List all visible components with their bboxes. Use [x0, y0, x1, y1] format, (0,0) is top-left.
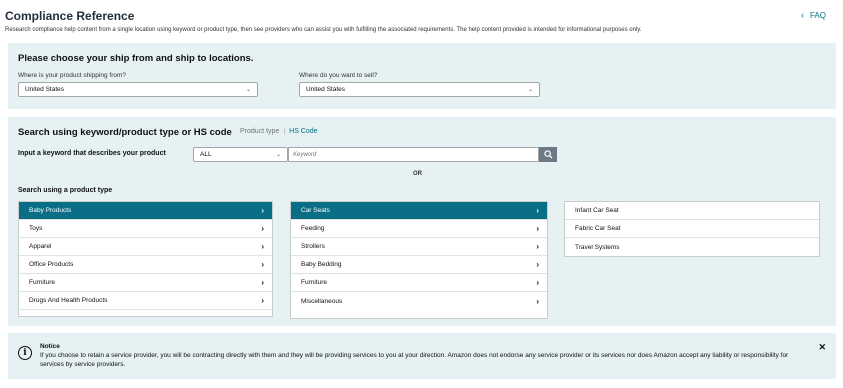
tab-hs-code[interactable]: HS Code [289, 128, 317, 135]
tab-separator: | [283, 128, 286, 135]
notice-panel: i Notice If you choose to retain a servi… [8, 333, 836, 379]
chevron-right-icon: › [536, 278, 539, 287]
search-panel: Search using keyword/product type or HS … [8, 117, 836, 326]
list-padding [291, 310, 547, 318]
list-item[interactable]: Travel Systems [565, 238, 819, 256]
page-subtitle: Research compliance help content from a … [5, 27, 642, 33]
keyword-input[interactable]: Keyword [288, 147, 539, 162]
tab-product-type[interactable]: Product type [240, 128, 279, 135]
list-item-label: Infant Car Seat [575, 207, 619, 214]
ship-from-value: United States [25, 86, 65, 93]
list-item-label: Toys [29, 225, 43, 232]
list-item-label: Baby Products [29, 207, 72, 214]
chevron-left-icon: ‹ [800, 10, 804, 20]
info-icon: i [18, 346, 32, 360]
list-item-label: Office Products [29, 261, 74, 268]
list-item-label: Fabric Car Seat [575, 225, 621, 232]
list-item-label: Miscellaneous [301, 297, 343, 305]
category-value: ALL [200, 151, 212, 158]
ship-to-select[interactable]: United States ⌄ [299, 82, 540, 97]
list-item-label: Drugs And Health Products [29, 297, 108, 304]
ship-to-label: Where do you want to sell? [299, 72, 378, 79]
close-icon[interactable]: ✕ [818, 342, 826, 353]
list-item[interactable]: Apparel › [19, 238, 272, 256]
chevron-down-icon: ⌄ [245, 87, 251, 93]
list-item[interactable]: Car Seats › [291, 202, 547, 220]
category-select[interactable]: ALL ⌄ [193, 147, 288, 162]
list-item[interactable]: Drugs And Health Products › [19, 292, 272, 310]
category-list-level2: Car Seats › Feeding › Strollers › Baby B… [290, 201, 548, 319]
list-item[interactable]: Baby Products › [19, 202, 272, 220]
category-list-level3: Infant Car Seat Fabric Car Seat Travel S… [564, 201, 820, 257]
chevron-right-icon: › [261, 260, 264, 269]
list-item[interactable]: Office Products › [19, 256, 272, 274]
locations-heading: Please choose your ship from and ship to… [18, 53, 254, 64]
list-item[interactable]: Miscellaneous › [291, 292, 547, 310]
list-item-label: Furniture [29, 279, 56, 286]
list-item[interactable]: Strollers › [291, 238, 547, 256]
list-item-label: Baby Bedding [301, 261, 342, 268]
chevron-right-icon: › [536, 206, 539, 215]
chevron-right-icon: › [536, 260, 539, 269]
chevron-right-icon: › [536, 224, 539, 233]
ship-to-value: United States [306, 86, 346, 93]
list-item[interactable]: Furniture › [19, 274, 272, 292]
chevron-right-icon: › [261, 278, 264, 287]
search-button[interactable] [539, 147, 557, 162]
chevron-right-icon: › [536, 296, 539, 306]
notice-text: If you choose to retain a service provid… [40, 352, 789, 368]
faq-link[interactable]: ‹ FAQ [801, 10, 826, 20]
locations-panel: Please choose your ship from and ship to… [8, 43, 836, 109]
chevron-right-icon: › [261, 242, 264, 251]
list-item-label: Strollers [301, 243, 325, 250]
list-item[interactable]: Feeding › [291, 220, 547, 238]
list-item-label: Feeding [301, 225, 325, 232]
product-type-label: Search using a product type [18, 187, 113, 194]
ship-from-label: Where is your product shipping from? [18, 72, 127, 79]
list-item-label: Travel Systems [575, 243, 620, 251]
list-item[interactable]: Furniture › [291, 274, 547, 292]
search-heading: Search using keyword/product type or HS … [18, 127, 232, 138]
search-tabs: Product type | HS Code [240, 128, 318, 135]
list-item[interactable]: Fabric Car Seat [565, 220, 819, 238]
or-separator: OR [413, 171, 422, 177]
chevron-right-icon: › [261, 224, 264, 233]
page-title: Compliance Reference [5, 9, 135, 23]
list-item[interactable]: Baby Bedding › [291, 256, 547, 274]
list-item-partial [19, 310, 272, 316]
chevron-right-icon: › [261, 296, 264, 305]
chevron-right-icon: › [536, 242, 539, 251]
search-icon [543, 150, 553, 159]
list-item-label: Car Seats [301, 207, 330, 214]
list-item[interactable]: Toys › [19, 220, 272, 238]
category-list-level1: Baby Products › Toys › Apparel › Office … [18, 201, 273, 317]
notice-title: Notice [40, 343, 60, 350]
keyword-label: Input a keyword that describes your prod… [18, 150, 166, 157]
list-item[interactable]: Infant Car Seat [565, 202, 819, 220]
chevron-down-icon: ⌄ [275, 152, 281, 158]
list-item-label: Furniture [301, 279, 328, 286]
ship-from-select[interactable]: United States ⌄ [18, 82, 258, 97]
list-item-label: Apparel [29, 243, 52, 250]
faq-label: FAQ [809, 10, 826, 20]
chevron-down-icon: ⌄ [527, 87, 533, 93]
keyword-placeholder: Keyword [293, 151, 317, 158]
chevron-right-icon: › [261, 206, 264, 215]
